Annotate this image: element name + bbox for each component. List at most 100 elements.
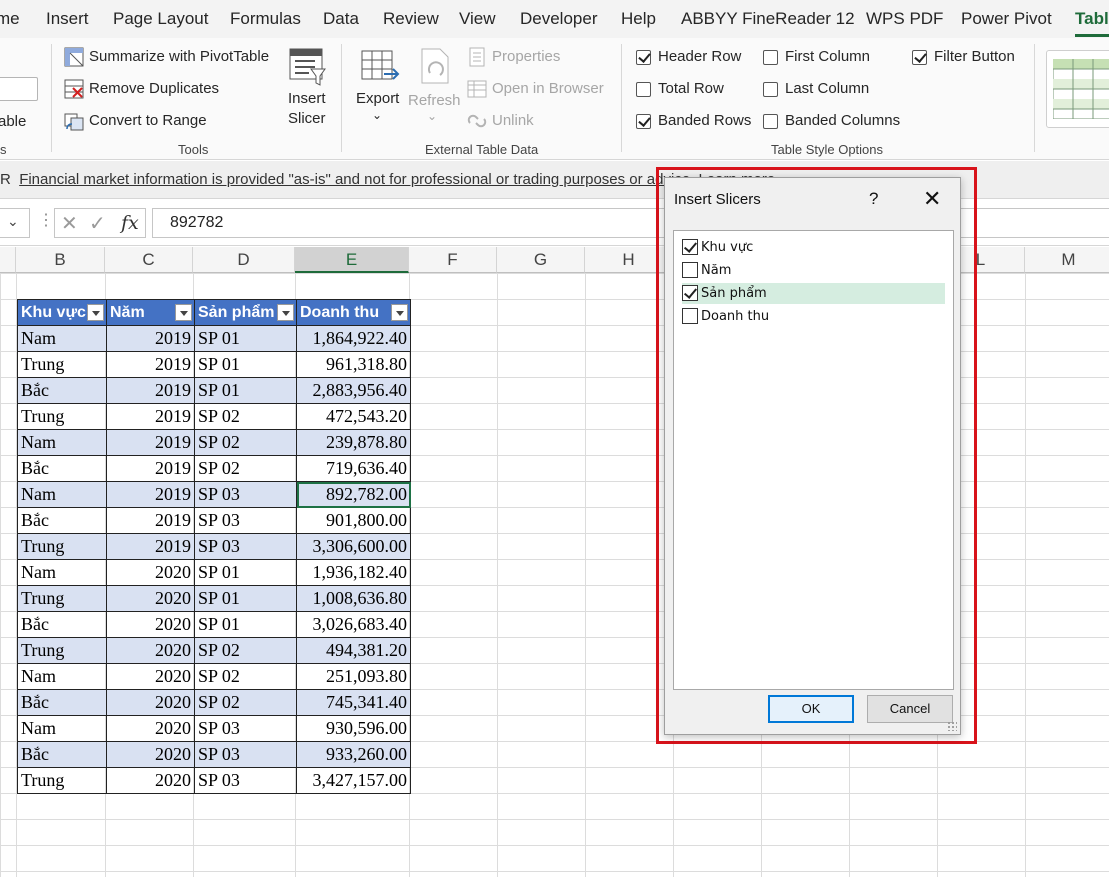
header-nam[interactable]: Năm <box>106 299 195 326</box>
field-checkbox[interactable] <box>682 239 698 255</box>
insert-slicer-button[interactable]: Insert <box>288 90 326 107</box>
tab-table-design[interactable]: Table <box>1075 9 1109 29</box>
filter-dropdown-icon[interactable] <box>87 304 104 321</box>
insert-function-icon[interactable]: fx <box>121 212 139 234</box>
tab-page-layout[interactable]: Page Layout <box>113 9 208 29</box>
field-item-doanh-thu[interactable]: Doanh thu <box>682 306 945 327</box>
table-cell[interactable]: 2020 <box>106 767 195 794</box>
table-cell[interactable]: 933,260.00 <box>296 741 411 768</box>
table-cell[interactable]: 2020 <box>106 741 195 768</box>
table-cell[interactable]: SP 01 <box>194 351 297 378</box>
refresh-chevron-icon[interactable]: ⌄ <box>427 109 437 123</box>
name-box[interactable]: ⌄ <box>0 208 30 238</box>
chevron-down-icon[interactable]: ⌄ <box>7 213 19 230</box>
table-cell[interactable]: 745,341.40 <box>296 689 411 716</box>
table-cell[interactable]: SP 03 <box>194 741 297 768</box>
first-column-checkbox[interactable] <box>763 50 778 65</box>
column-header-b[interactable]: B <box>16 247 105 273</box>
total-row-checkbox[interactable] <box>636 82 651 97</box>
column-header-e[interactable]: E <box>295 247 409 273</box>
field-checkbox[interactable] <box>682 262 698 278</box>
banded-rows-label[interactable]: Banded Rows <box>658 112 751 129</box>
formula-bar-grip-icon[interactable]: ⋮ <box>38 210 54 230</box>
confirm-formula-icon[interactable]: ✓ <box>89 211 106 236</box>
cancel-formula-icon[interactable]: ✕ <box>61 211 78 236</box>
tab-abbyy[interactable]: ABBYY FineReader 12 <box>681 9 855 29</box>
table-cell[interactable]: Trung <box>17 767 107 794</box>
table-cell[interactable]: Nam <box>17 715 107 742</box>
table-cell[interactable]: 3,306,600.00 <box>296 533 411 560</box>
table-cell[interactable]: Trung <box>17 585 107 612</box>
table-cell[interactable]: 3,026,683.40 <box>296 611 411 638</box>
table-cell[interactable]: 2020 <box>106 637 195 664</box>
last-column-checkbox[interactable] <box>763 82 778 97</box>
table-cell[interactable]: 930,596.00 <box>296 715 411 742</box>
field-checkbox[interactable] <box>682 285 698 301</box>
table-cell[interactable]: 2020 <box>106 559 195 586</box>
tab-help[interactable]: Help <box>621 9 656 29</box>
table-cell[interactable]: Bắc <box>17 689 107 716</box>
filter-button-checkbox[interactable] <box>912 50 927 65</box>
table-cell[interactable]: SP 03 <box>194 715 297 742</box>
table-cell[interactable]: Trung <box>17 403 107 430</box>
header-khu-vuc[interactable]: Khu vực <box>17 299 107 326</box>
help-button[interactable]: ? <box>869 189 878 209</box>
tab-home[interactable]: me <box>0 9 20 29</box>
table-cell[interactable]: SP 03 <box>194 507 297 534</box>
table-cell[interactable]: Trung <box>17 533 107 560</box>
column-header-f[interactable]: F <box>409 247 497 273</box>
column-header-m[interactable]: M <box>1025 247 1109 273</box>
table-cell[interactable]: 239,878.80 <box>296 429 411 456</box>
filter-button-label[interactable]: Filter Button <box>934 48 1015 65</box>
refresh-button[interactable]: Refresh <box>408 92 461 109</box>
table-cell[interactable]: 3,427,157.00 <box>296 767 411 794</box>
table-cell[interactable]: 2019 <box>106 507 195 534</box>
table-cell[interactable]: Bắc <box>17 455 107 482</box>
table-cell[interactable]: SP 01 <box>194 559 297 586</box>
last-column-label[interactable]: Last Column <box>785 80 869 97</box>
table-cell[interactable]: Nam <box>17 663 107 690</box>
table-cell[interactable]: Nam <box>17 429 107 456</box>
convert-to-range-button[interactable]: Convert to Range <box>89 112 207 129</box>
table-cell[interactable]: SP 03 <box>194 481 297 508</box>
table-cell[interactable]: 2020 <box>106 611 195 638</box>
unlink-button[interactable]: Unlink <box>492 112 534 129</box>
insert-slicer-button-line2[interactable]: Slicer <box>288 110 326 127</box>
total-row-label[interactable]: Total Row <box>658 80 724 97</box>
table-cell[interactable]: Trung <box>17 351 107 378</box>
field-checkbox[interactable] <box>682 308 698 324</box>
tab-developer[interactable]: Developer <box>520 9 598 29</box>
table-cell[interactable]: 2019 <box>106 325 195 352</box>
table-cell[interactable]: 901,800.00 <box>296 507 411 534</box>
open-in-browser-button[interactable]: Open in Browser <box>492 80 604 97</box>
header-row-label[interactable]: Header Row <box>658 48 741 65</box>
table-cell[interactable]: 2019 <box>106 351 195 378</box>
table-cell[interactable]: 1,864,922.40 <box>296 325 411 352</box>
resize-table-label[interactable]: able <box>0 113 26 130</box>
table-cell[interactable]: Bắc <box>17 377 107 404</box>
filter-dropdown-icon[interactable] <box>175 304 192 321</box>
table-cell[interactable]: 2,883,956.40 <box>296 377 411 404</box>
table-cell[interactable]: 2020 <box>106 689 195 716</box>
table-cell[interactable]: 2020 <box>106 585 195 612</box>
table-cell[interactable]: 2019 <box>106 429 195 456</box>
table-cell[interactable]: Nam <box>17 481 107 508</box>
table-cell[interactable]: SP 02 <box>194 429 297 456</box>
table-styles-gallery[interactable] <box>1046 50 1109 128</box>
table-cell[interactable]: Bắc <box>17 611 107 638</box>
table-cell[interactable]: 251,093.80 <box>296 663 411 690</box>
banded-columns-checkbox[interactable] <box>763 114 778 129</box>
table-cell[interactable]: SP 02 <box>194 455 297 482</box>
tab-power-pivot[interactable]: Power Pivot <box>961 9 1052 29</box>
table-cell[interactable]: 472,543.20 <box>296 403 411 430</box>
table-cell[interactable]: SP 02 <box>194 637 297 664</box>
remove-duplicates-button[interactable]: Remove Duplicates <box>89 80 219 97</box>
tab-formulas[interactable]: Formulas <box>230 9 301 29</box>
table-cell[interactable]: SP 03 <box>194 533 297 560</box>
table-cell[interactable]: SP 01 <box>194 585 297 612</box>
close-icon[interactable]: ✕ <box>923 186 941 212</box>
cancel-button[interactable]: Cancel <box>867 695 953 723</box>
table-cell[interactable]: 2019 <box>106 377 195 404</box>
tab-data[interactable]: Data <box>323 9 359 29</box>
table-cell[interactable]: SP 02 <box>194 689 297 716</box>
